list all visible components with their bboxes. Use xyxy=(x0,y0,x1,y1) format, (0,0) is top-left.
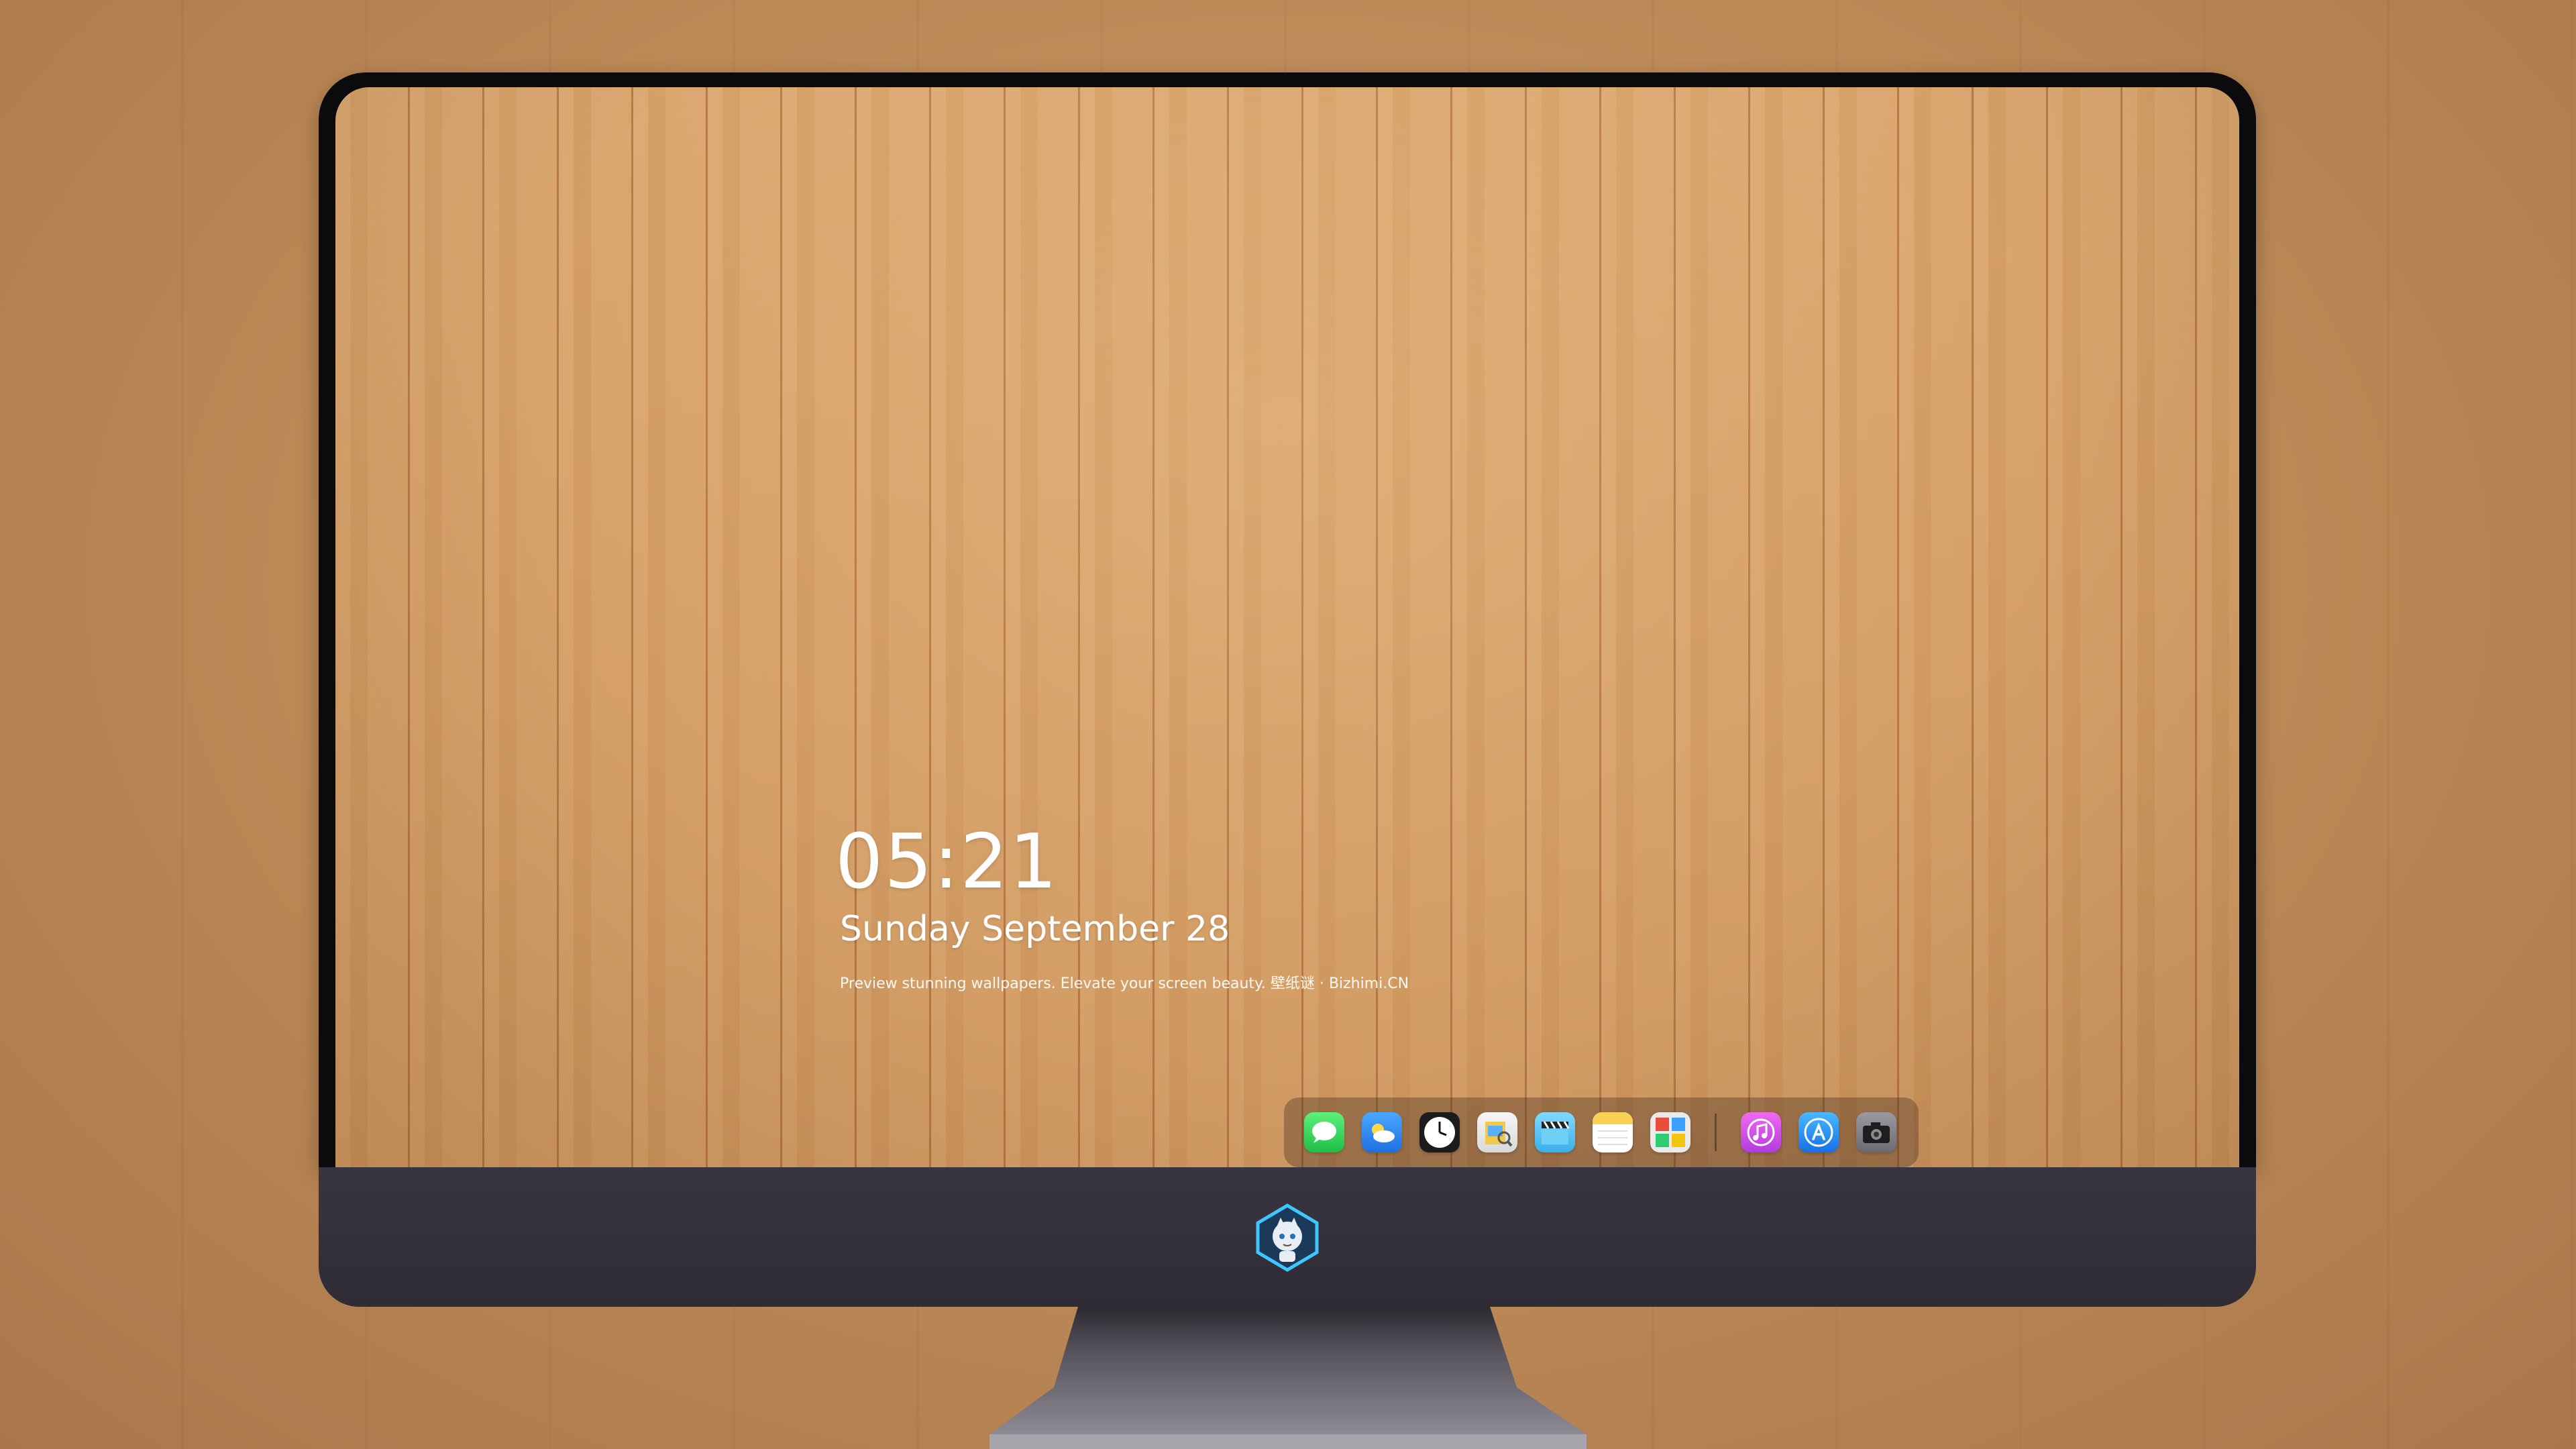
wallpaper-tagline: Preview stunning wallpapers. Elevate you… xyxy=(840,975,1409,992)
monitor-stand xyxy=(989,1307,1587,1449)
weather-icon[interactable] xyxy=(1362,1112,1402,1152)
wallpaper-vignette xyxy=(335,87,2239,1228)
photo-booth-icon[interactable] xyxy=(1650,1112,1690,1152)
dock xyxy=(1284,1097,1919,1167)
clips-icon[interactable] xyxy=(1535,1112,1575,1152)
clock-time: 05:21 xyxy=(835,818,1059,906)
dock-separator xyxy=(1715,1114,1717,1151)
notes-icon[interactable] xyxy=(1593,1112,1633,1152)
camera-icon[interactable] xyxy=(1856,1112,1896,1152)
clock-date: Sunday September 28 xyxy=(840,909,1230,949)
desktop-screen: 05:21 Sunday September 28 Preview stunni… xyxy=(335,87,2239,1228)
monitor: 05:21 Sunday September 28 Preview stunni… xyxy=(319,72,2256,1307)
app-store-icon[interactable] xyxy=(1799,1112,1839,1152)
clock-icon[interactable] xyxy=(1419,1112,1460,1152)
messages-icon[interactable] xyxy=(1304,1112,1344,1152)
brand-logo-icon xyxy=(1252,1203,1322,1273)
itunes-icon[interactable] xyxy=(1741,1112,1781,1152)
preview-icon[interactable] xyxy=(1477,1112,1517,1152)
